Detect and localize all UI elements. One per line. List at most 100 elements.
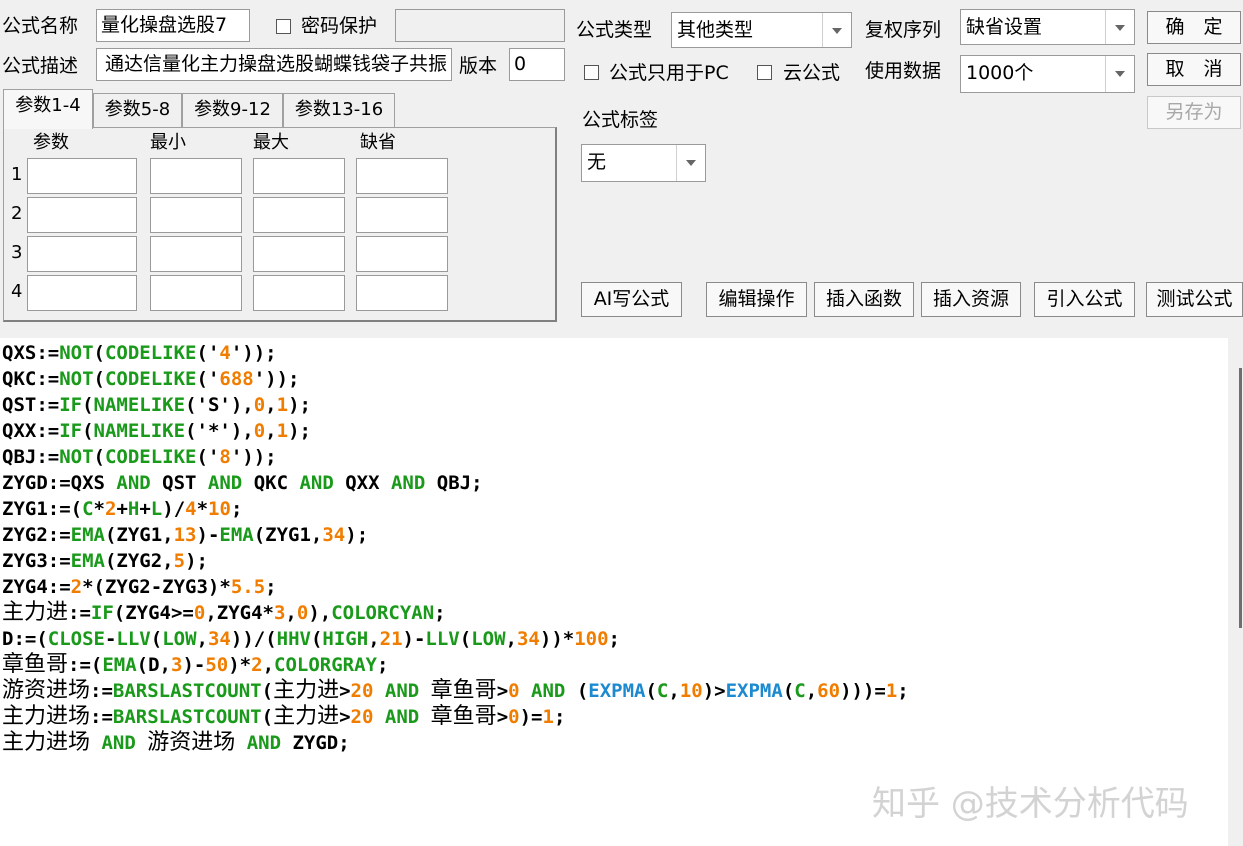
code-token: 50 xyxy=(205,654,229,676)
code-token: > xyxy=(339,706,351,728)
code-token: H xyxy=(127,498,140,520)
param-2-name-input[interactable] xyxy=(27,197,137,233)
param-4-min-input[interactable] xyxy=(150,275,242,311)
import-formula-button[interactable]: 引入公式 xyxy=(1034,282,1135,317)
code-token: ( xyxy=(459,628,472,650)
tab-params-5-8[interactable]: 参数5-8 xyxy=(93,93,182,127)
code-token: IF xyxy=(59,394,83,416)
tab-params-1-4[interactable]: 参数1-4 xyxy=(3,89,93,129)
code-line: QXS:=NOT(CODELIKE('4')); xyxy=(2,340,909,366)
param-1-max-input[interactable] xyxy=(253,158,345,194)
editor-scrollbar[interactable] xyxy=(1228,338,1243,846)
code-token: CODELIKE xyxy=(104,446,197,468)
code-line: ZYGD:=QXS AND QST AND QKC AND QXX AND QB… xyxy=(2,470,909,496)
code-token: ), xyxy=(308,602,332,624)
code-token: CLOSE xyxy=(47,628,105,650)
test-formula-button[interactable]: 测试公式 xyxy=(1146,282,1243,317)
code-token: LLV xyxy=(116,628,151,650)
rights-series-select[interactable]: 缺省设置 xyxy=(960,9,1135,45)
param-2-default-input[interactable] xyxy=(356,197,448,233)
code-token: 100 xyxy=(574,628,609,650)
formula-tag-select[interactable]: 无 xyxy=(581,144,706,182)
insert-function-button[interactable]: 插入函数 xyxy=(814,282,914,317)
chevron-down-icon[interactable] xyxy=(1105,56,1134,92)
ai-write-formula-button[interactable]: AI写公式 xyxy=(581,282,682,317)
param-3-min-input[interactable] xyxy=(150,236,242,272)
code-token: ( xyxy=(565,680,589,702)
code-token: 2 xyxy=(104,498,117,520)
tab-params-13-16[interactable]: 参数13-16 xyxy=(283,93,395,127)
code-token: 主力进 xyxy=(273,678,340,703)
code-token: COLORGRAY xyxy=(274,654,377,676)
code-token: 主力进场 xyxy=(2,730,91,755)
code-token: ( xyxy=(782,680,795,702)
param-3-max-input[interactable] xyxy=(253,236,345,272)
cloud-formula-label: 云公式 xyxy=(783,62,841,84)
insert-resource-button[interactable]: 插入资源 xyxy=(921,282,1021,317)
param-2-max-input[interactable] xyxy=(253,197,345,233)
code-line: QKC:=NOT(CODELIKE('688')); xyxy=(2,366,909,392)
param-3-default-input[interactable] xyxy=(356,236,448,272)
edit-operations-button[interactable]: 编辑操作 xyxy=(706,282,807,317)
param-1-min-input[interactable] xyxy=(150,158,242,194)
rights-series-label: 复权序列 xyxy=(865,19,942,41)
param-3-name-input[interactable] xyxy=(27,236,137,272)
code-token: ; xyxy=(553,706,566,728)
code-token: ( xyxy=(310,628,323,650)
code-token: ); xyxy=(288,394,311,416)
code-token: AND xyxy=(299,472,334,494)
code-line: ZYG4:=2*(ZYG2-ZYG3)*5.5; xyxy=(2,574,909,600)
code-token: 10 xyxy=(208,498,231,520)
cloud-formula-checkbox[interactable] xyxy=(757,65,772,80)
code-token: (ZYG2, xyxy=(104,550,174,572)
formula-name-input[interactable]: 量化操盘选股7 xyxy=(96,9,250,42)
code-token: ( xyxy=(150,628,163,650)
code-token: 0 xyxy=(296,602,309,624)
param-1-name-input[interactable] xyxy=(27,158,137,194)
param-header-min: 最小 xyxy=(150,132,186,153)
formula-desc-label: 公式描述 xyxy=(2,55,79,77)
chevron-down-icon[interactable] xyxy=(676,145,705,181)
use-data-select[interactable]: 1000个 xyxy=(960,55,1135,93)
param-4-name-input[interactable] xyxy=(27,275,137,311)
code-token: ('S'), xyxy=(185,394,254,416)
formula-tag-label: 公式标签 xyxy=(582,109,659,131)
password-input[interactable] xyxy=(395,9,565,42)
code-token: ( xyxy=(82,420,94,442)
code-token: )= xyxy=(519,706,543,728)
scrollbar-thumb[interactable] xyxy=(1239,368,1242,628)
code-token: EMA xyxy=(219,524,254,546)
code-token: ); xyxy=(345,524,369,546)
param-row-number: 3 xyxy=(11,242,23,263)
formula-code-editor[interactable]: QXS:=NOT(CODELIKE('4')); QKC:=NOT(CODELIK… xyxy=(0,338,1228,846)
chevron-down-icon[interactable] xyxy=(822,13,851,47)
code-token: ; xyxy=(608,628,620,650)
param-row-number: 4 xyxy=(11,281,23,302)
tab-params-9-12[interactable]: 参数9-12 xyxy=(182,93,283,127)
param-4-default-input[interactable] xyxy=(356,275,448,311)
code-token: 34 xyxy=(322,524,346,546)
code-token: ZYG2:= xyxy=(2,524,71,546)
pc-only-checkbox[interactable] xyxy=(584,65,599,80)
code-token: 1 xyxy=(276,394,289,416)
formula-type-select[interactable]: 其他类型 xyxy=(671,12,852,48)
password-protect-checkbox[interactable] xyxy=(276,19,291,34)
code-token: AND xyxy=(116,472,151,494)
code-token: LLV xyxy=(425,628,460,650)
version-input[interactable]: 0 xyxy=(509,48,565,81)
save-as-button[interactable]: 另存为 xyxy=(1147,96,1241,129)
ok-button[interactable]: 确 定 xyxy=(1147,11,1241,44)
param-4-max-input[interactable] xyxy=(253,275,345,311)
param-2-min-input[interactable] xyxy=(150,197,242,233)
code-token: ')); xyxy=(230,342,277,364)
formula-desc-input[interactable]: 通达信量化主力操盘选股蝴蝶钱袋子共振 xyxy=(96,48,452,81)
chevron-down-icon[interactable] xyxy=(1105,10,1134,44)
code-token: C xyxy=(82,498,94,520)
param-1-default-input[interactable] xyxy=(356,158,448,194)
code-token: 章鱼哥 xyxy=(430,678,497,703)
version-label: 版本 xyxy=(459,55,498,77)
cancel-button[interactable]: 取 消 xyxy=(1147,53,1241,86)
